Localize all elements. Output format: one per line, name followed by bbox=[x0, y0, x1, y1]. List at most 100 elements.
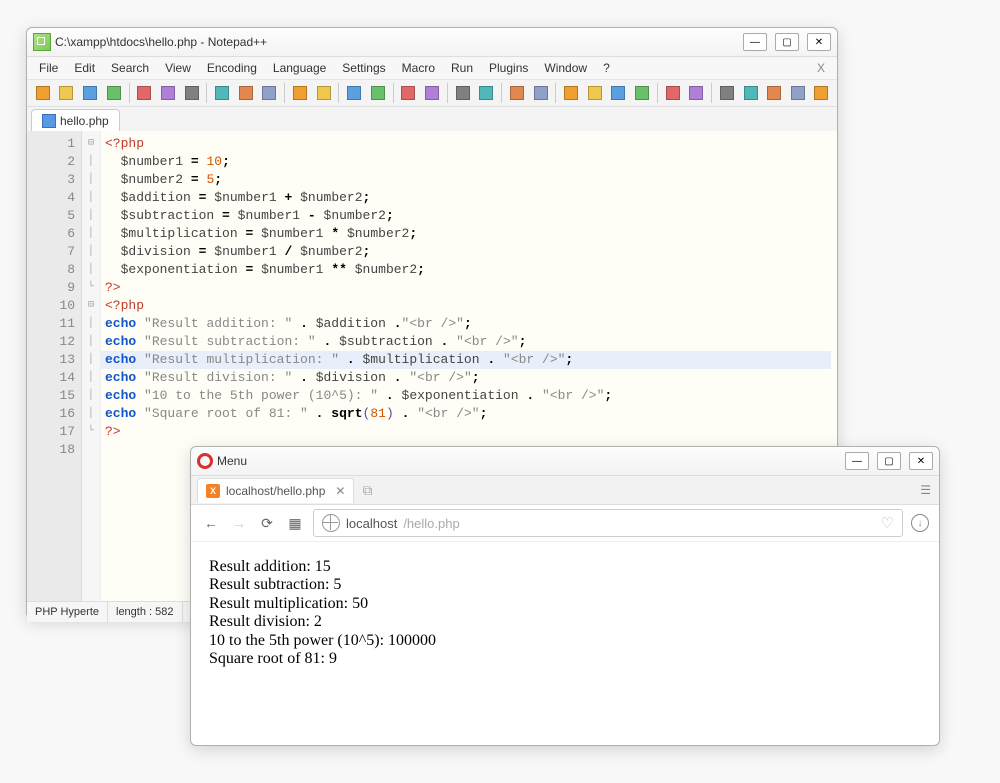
code-line[interactable]: <?php bbox=[105, 297, 831, 315]
browser-maximize-button[interactable]: ▢ bbox=[877, 452, 901, 470]
code-line[interactable]: echo "Result subtraction: " . $subtracti… bbox=[105, 333, 831, 351]
menu-search[interactable]: Search bbox=[103, 59, 157, 77]
browser-minimize-button[interactable]: — bbox=[845, 452, 869, 470]
fold-glyph[interactable]: │ bbox=[82, 261, 100, 279]
close-all-icon[interactable] bbox=[157, 82, 179, 104]
code-line[interactable]: $subtraction = $number1 - $number2; bbox=[105, 207, 831, 225]
fold-glyph[interactable]: │ bbox=[82, 153, 100, 171]
menu-encoding[interactable]: Encoding bbox=[199, 59, 265, 77]
code-line[interactable]: <?php bbox=[105, 135, 831, 153]
code-line[interactable]: $number1 = 10; bbox=[105, 153, 831, 171]
forward-button[interactable]: → bbox=[229, 513, 249, 533]
code-line[interactable]: $division = $number1 / $number2; bbox=[105, 243, 831, 261]
fold-glyph[interactable]: └ bbox=[82, 279, 100, 297]
menu-window[interactable]: Window bbox=[536, 59, 595, 77]
record-icon[interactable] bbox=[716, 82, 738, 104]
doc-map-icon[interactable] bbox=[608, 82, 630, 104]
whitespace-icon[interactable] bbox=[530, 82, 552, 104]
menu-language[interactable]: Language bbox=[265, 59, 334, 77]
fold-glyph[interactable]: │ bbox=[82, 387, 100, 405]
stop-icon[interactable] bbox=[740, 82, 762, 104]
code-line[interactable]: $addition = $number1 + $number2; bbox=[105, 189, 831, 207]
replace-icon[interactable] bbox=[367, 82, 389, 104]
code-line[interactable]: ?> bbox=[105, 279, 831, 297]
fold-glyph[interactable]: ⊟ bbox=[82, 297, 100, 315]
tab-close-icon[interactable]: ✕ bbox=[335, 484, 345, 498]
menu-help[interactable]: ? bbox=[595, 59, 618, 77]
maximize-button[interactable]: ▢ bbox=[775, 33, 799, 51]
close-button[interactable]: ✕ bbox=[807, 33, 831, 51]
speed-dial-button[interactable]: ▦ bbox=[285, 513, 305, 533]
zoom-in-icon[interactable] bbox=[398, 82, 420, 104]
code-line[interactable]: echo "10 to the 5th power (10^5): " . $e… bbox=[105, 387, 831, 405]
sync-v-icon[interactable] bbox=[452, 82, 474, 104]
undo-icon[interactable] bbox=[289, 82, 311, 104]
fold-glyph[interactable]: │ bbox=[82, 333, 100, 351]
new-file-icon[interactable] bbox=[32, 82, 54, 104]
menu-view[interactable]: View bbox=[157, 59, 199, 77]
menu-file[interactable]: File bbox=[31, 59, 66, 77]
print-icon[interactable] bbox=[181, 82, 203, 104]
close-icon[interactable] bbox=[133, 82, 155, 104]
play-icon[interactable] bbox=[763, 82, 785, 104]
fold-column[interactable]: ⊟│││││││└⊟││││││└ bbox=[82, 131, 101, 601]
folder-icon[interactable] bbox=[662, 82, 684, 104]
fold-glyph[interactable]: │ bbox=[82, 207, 100, 225]
fold-glyph[interactable]: │ bbox=[82, 405, 100, 423]
minimize-button[interactable]: — bbox=[743, 33, 767, 51]
code-line[interactable]: echo "Square root of 81: " . sqrt(81) . … bbox=[105, 405, 831, 423]
find-icon[interactable] bbox=[343, 82, 365, 104]
monitor-icon[interactable] bbox=[685, 82, 707, 104]
browser-menu-icon[interactable]: ☰ bbox=[920, 483, 931, 497]
menu-macro[interactable]: Macro bbox=[394, 59, 443, 77]
play-multi-icon[interactable] bbox=[787, 82, 809, 104]
lang-icon[interactable] bbox=[584, 82, 606, 104]
browser-tab[interactable]: X localhost/hello.php ✕ bbox=[197, 478, 354, 503]
menu-plugins[interactable]: Plugins bbox=[481, 59, 536, 77]
browser-titlebar[interactable]: Menu — ▢ ✕ bbox=[191, 447, 939, 476]
func-list-icon[interactable] bbox=[631, 82, 653, 104]
indent-guide-icon[interactable] bbox=[560, 82, 582, 104]
menu-settings[interactable]: Settings bbox=[334, 59, 393, 77]
url-input[interactable]: localhost/hello.php ♡ bbox=[313, 509, 903, 537]
menu-x[interactable]: X bbox=[809, 59, 833, 77]
copy-icon[interactable] bbox=[235, 82, 257, 104]
fold-glyph[interactable]: │ bbox=[82, 369, 100, 387]
wrap-icon[interactable] bbox=[506, 82, 528, 104]
code-line[interactable]: echo "Result addition: " . $addition ."<… bbox=[105, 315, 831, 333]
fold-glyph[interactable]: │ bbox=[82, 243, 100, 261]
fold-glyph[interactable]: │ bbox=[82, 351, 100, 369]
bookmark-icon[interactable]: ♡ bbox=[881, 514, 894, 532]
open-file-icon[interactable] bbox=[56, 82, 78, 104]
downloads-icon[interactable]: ↓ bbox=[911, 514, 929, 532]
paste-icon[interactable] bbox=[259, 82, 281, 104]
reload-button[interactable]: ⟳ bbox=[257, 513, 277, 533]
file-tab-hello[interactable]: hello.php bbox=[31, 109, 120, 132]
save-macro-icon[interactable] bbox=[811, 82, 833, 104]
fold-glyph[interactable]: │ bbox=[82, 189, 100, 207]
fold-glyph[interactable] bbox=[82, 441, 100, 459]
browser-close-button[interactable]: ✕ bbox=[909, 452, 933, 470]
new-tab-button[interactable]: ⧉ bbox=[362, 482, 372, 499]
save-icon[interactable] bbox=[79, 82, 101, 104]
fold-glyph[interactable]: ⊟ bbox=[82, 135, 100, 153]
npp-titlebar[interactable]: C:\xampp\htdocs\hello.php - Notepad++ — … bbox=[27, 28, 837, 57]
code-line[interactable]: $number2 = 5; bbox=[105, 171, 831, 189]
code-line[interactable]: $multiplication = $number1 * $number2; bbox=[105, 225, 831, 243]
code-line[interactable]: echo "Result multiplication: " . $multip… bbox=[101, 351, 831, 369]
sync-h-icon[interactable] bbox=[476, 82, 498, 104]
browser-menu-label[interactable]: Menu bbox=[213, 454, 845, 468]
fold-glyph[interactable]: │ bbox=[82, 171, 100, 189]
fold-glyph[interactable]: │ bbox=[82, 225, 100, 243]
fold-glyph[interactable]: └ bbox=[82, 423, 100, 441]
cut-icon[interactable] bbox=[211, 82, 233, 104]
menu-edit[interactable]: Edit bbox=[66, 59, 103, 77]
code-line[interactable]: echo "Result division: " . $division . "… bbox=[105, 369, 831, 387]
save-all-icon[interactable] bbox=[103, 82, 125, 104]
zoom-out-icon[interactable] bbox=[421, 82, 443, 104]
redo-icon[interactable] bbox=[313, 82, 335, 104]
code-line[interactable]: $exponentiation = $number1 ** $number2; bbox=[105, 261, 831, 279]
menu-run[interactable]: Run bbox=[443, 59, 481, 77]
back-button[interactable]: ← bbox=[201, 513, 221, 533]
fold-glyph[interactable]: │ bbox=[82, 315, 100, 333]
